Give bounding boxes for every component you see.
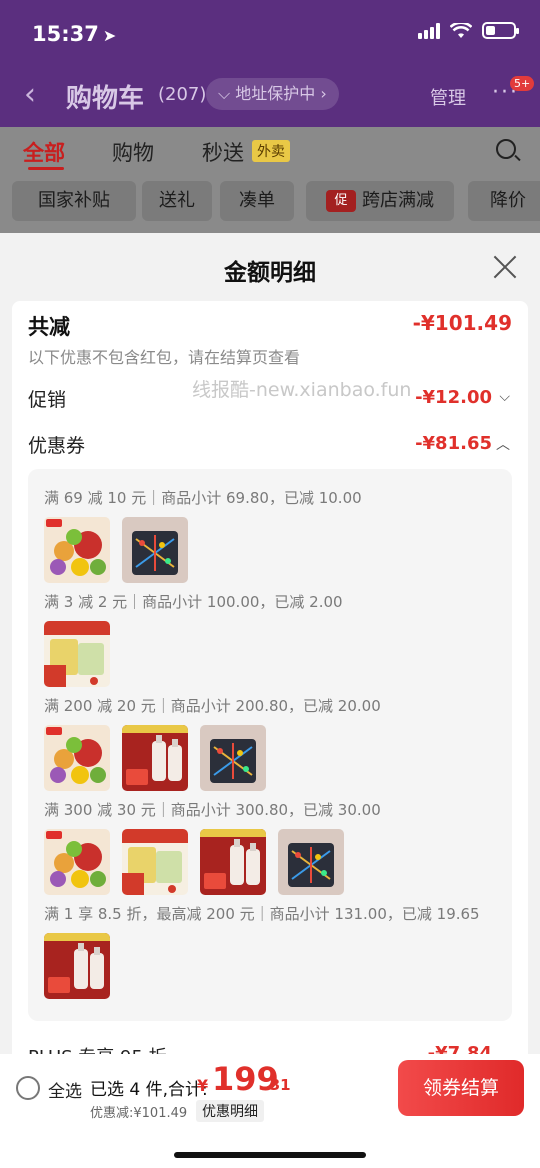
takeout-tag: 外卖 bbox=[252, 140, 290, 162]
chevron-down-icon[interactable]: ⌵ bbox=[499, 389, 510, 405]
coupon-line: 满 200 减 20 元｜商品小计 200.80，已减 20.00 bbox=[44, 697, 381, 715]
price-currency: ¥ bbox=[197, 1076, 209, 1095]
coupon-line: 满 3 减 2 元｜商品小计 100.00，已减 2.00 bbox=[44, 593, 343, 611]
coupon-label: 优惠券 bbox=[28, 435, 86, 457]
battery-icon bbox=[482, 22, 519, 39]
message-badge: 5+ bbox=[510, 76, 535, 91]
selected-summary: 已选 4 件,合计: bbox=[90, 1080, 208, 1100]
promo-value[interactable]: -¥12.00 bbox=[415, 387, 492, 408]
coupon-line: 满 69 减 10 元｜商品小计 69.80，已减 10.00 bbox=[44, 489, 362, 507]
back-icon[interactable]: ‹ bbox=[24, 80, 36, 110]
discount-detail-button[interactable]: 优惠明细 bbox=[196, 1100, 264, 1122]
tab-all[interactable]: 全部 bbox=[23, 137, 65, 167]
detail-card: 共减 -¥101.49 以下优惠不包含红包，请在结算页查看 线报酷-new.xi… bbox=[12, 301, 528, 1061]
cart-count: (207) bbox=[158, 84, 207, 105]
saved-amount: 优惠减:¥101.49 bbox=[90, 1106, 188, 1121]
chip-price-drop[interactable]: 降价 bbox=[468, 181, 540, 221]
coupon-value[interactable]: -¥81.65 bbox=[415, 433, 492, 454]
page-title: 购物车 bbox=[66, 84, 145, 114]
manage-button[interactable]: 管理 bbox=[430, 84, 466, 110]
total-discount-value: -¥101.49 bbox=[412, 311, 512, 335]
filter-chips: 国家补贴 送礼 凑单 促跨店满减 降价 bbox=[0, 175, 540, 233]
product-thumb-snack-box bbox=[122, 829, 188, 895]
amount-detail-sheet: 金额明细 共减 -¥101.49 以下优惠不包含红包，请在结算页查看 线报酷-n… bbox=[0, 233, 540, 1168]
product-thumb-fruit-toy bbox=[44, 517, 110, 583]
coupon-line: 满 1 享 8.5 折，最高减 200 元｜商品小计 131.00，已减 19.… bbox=[44, 905, 480, 923]
price-decimal: .31 bbox=[264, 1076, 291, 1094]
chevron-up-icon[interactable]: ︿ bbox=[496, 434, 510, 454]
product-thumb-shampoo bbox=[200, 829, 266, 895]
promo-label: 促销 bbox=[28, 389, 67, 411]
chip-bundle[interactable]: 凑单 bbox=[220, 181, 294, 221]
promo-icon: 促 bbox=[326, 190, 356, 212]
address-pill-label: 地址保护中 bbox=[235, 84, 316, 103]
search-icon[interactable] bbox=[496, 139, 516, 159]
cart-tabs: 全部 购物 秒送 外卖 bbox=[0, 127, 540, 175]
product-thumb-shampoo bbox=[122, 725, 188, 791]
home-indicator bbox=[174, 1152, 366, 1158]
total-discount-label: 共减 bbox=[28, 315, 70, 339]
product-thumb-game-board bbox=[278, 829, 344, 895]
status-time: 15:37 ➤ bbox=[32, 22, 116, 46]
tab-underline bbox=[28, 167, 64, 170]
clock: 15:37 bbox=[32, 22, 99, 46]
status-bar: 15:37 ➤ bbox=[0, 0, 540, 68]
product-thumb-snack-box bbox=[44, 621, 110, 687]
total-note: 以下优惠不包含红包，请在结算页查看 bbox=[28, 348, 301, 367]
chip-national-subsidy[interactable]: 国家补贴 bbox=[12, 181, 136, 221]
signal-icon bbox=[418, 22, 440, 39]
nav-bar: ‹ 购物车 (207) ⌵ 地址保护中 › 管理 ··· 5+ bbox=[0, 70, 540, 122]
close-icon[interactable] bbox=[492, 254, 518, 280]
checkout-button[interactable]: 领券结算 bbox=[398, 1060, 524, 1116]
status-icons bbox=[418, 22, 519, 39]
wifi-icon bbox=[450, 22, 472, 38]
product-thumb-game-board bbox=[200, 725, 266, 791]
tab-instant[interactable]: 秒送 bbox=[202, 137, 244, 167]
checkout-bar: 全选 已选 4 件,合计: ¥ 199 .31 优惠减:¥101.49 优惠明细… bbox=[0, 1054, 540, 1168]
product-thumb-fruit-toy bbox=[44, 829, 110, 895]
coupon-line: 满 300 减 30 元｜商品小计 300.80，已减 30.00 bbox=[44, 801, 381, 819]
chip-cross-store[interactable]: 促跨店满减 bbox=[306, 181, 454, 221]
chip-gift[interactable]: 送礼 bbox=[142, 181, 212, 221]
location-arrow-icon: ➤ bbox=[102, 26, 117, 45]
select-all-radio[interactable] bbox=[16, 1076, 40, 1100]
product-thumb-game-board bbox=[122, 517, 188, 583]
product-thumb-shampoo bbox=[44, 933, 110, 999]
watermark: 线报酷-new.xianbao.fun bbox=[192, 379, 412, 401]
select-all-label[interactable]: 全选 bbox=[48, 1077, 82, 1102]
product-thumb-fruit-toy bbox=[44, 725, 110, 791]
chip-cross-store-label: 跨店满减 bbox=[362, 190, 434, 211]
coupon-breakdown: 满 69 减 10 元｜商品小计 69.80，已减 10.00 满 3 减 2 … bbox=[28, 469, 512, 1021]
sheet-title: 金额明细 bbox=[224, 260, 316, 286]
tab-shopping[interactable]: 购物 bbox=[112, 137, 154, 167]
address-protection-pill[interactable]: ⌵ 地址保护中 › bbox=[206, 78, 339, 110]
